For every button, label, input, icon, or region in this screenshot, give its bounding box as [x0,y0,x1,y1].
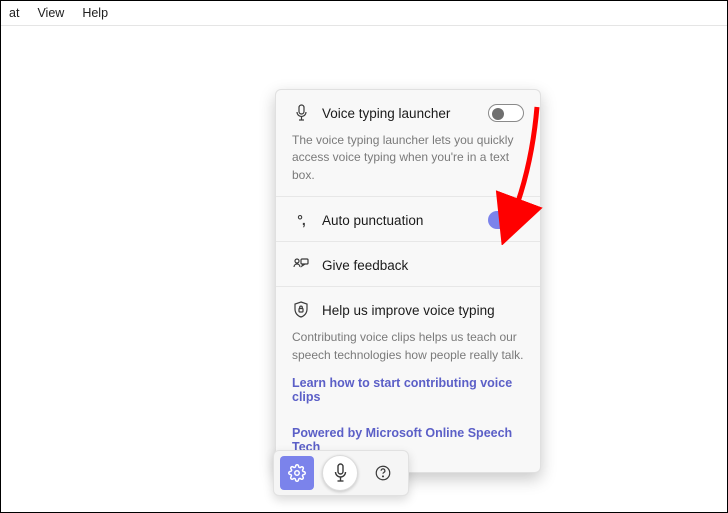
microphone-icon [292,104,310,122]
section-feedback[interactable]: Give feedback [276,242,540,287]
punctuation-icon: °, [292,211,310,229]
help-button[interactable] [366,456,400,490]
autopunct-label: Auto punctuation [322,213,476,228]
improve-desc: Contributing voice clips helps us teach … [292,329,524,364]
improve-label: Help us improve voice typing [322,303,524,318]
section-autopunct: °, Auto punctuation [276,197,540,242]
section-launcher: Voice typing launcher The voice typing l… [276,90,540,197]
shield-lock-icon [292,301,310,319]
voice-typing-toolbar [273,450,409,496]
improve-link[interactable]: Learn how to start contributing voice cl… [292,376,524,404]
menubar: at View Help [1,1,727,26]
launcher-desc: The voice typing launcher lets you quick… [292,132,524,184]
autopunct-toggle[interactable] [488,211,524,229]
voice-typing-settings-panel: Voice typing launcher The voice typing l… [275,89,541,473]
menu-item-help[interactable]: Help [74,4,116,22]
microphone-button[interactable] [322,455,358,491]
launcher-label: Voice typing launcher [322,106,476,121]
feedback-icon [292,256,310,274]
menu-item-at[interactable]: at [1,4,27,22]
launcher-toggle[interactable] [488,104,524,122]
menu-item-view[interactable]: View [29,4,72,22]
settings-button[interactable] [280,456,314,490]
section-improve: Help us improve voice typing Contributin… [276,287,540,414]
feedback-label: Give feedback [322,258,524,273]
